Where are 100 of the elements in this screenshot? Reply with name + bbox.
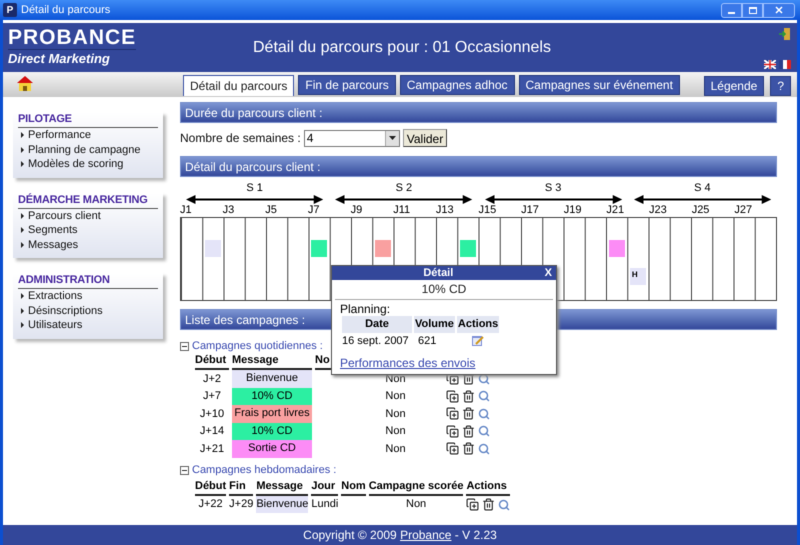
campaign-marker[interactable]: [204, 240, 221, 257]
duplicate-icon[interactable]: [466, 498, 480, 511]
day-label: J19: [564, 204, 582, 217]
popup-title: Détail: [422, 266, 454, 281]
column-header: Campagne scorée: [368, 478, 464, 496]
duplicate-icon[interactable]: [446, 442, 459, 456]
column-header: Date: [342, 316, 412, 332]
scored-cell-text: Non: [405, 497, 428, 512]
column-header: Jour: [311, 478, 338, 496]
sidebar-link[interactable]: Désinscriptions: [28, 304, 103, 318]
uk-flag-icon[interactable]: [764, 60, 776, 69]
exit-door-icon[interactable]: [779, 28, 791, 40]
start-cell-text: J+7: [202, 389, 222, 404]
tagline: Direct Marketing: [8, 50, 111, 68]
column-header: Début: [195, 478, 226, 496]
trash-icon[interactable]: [462, 390, 475, 403]
trash-icon[interactable]: [462, 442, 475, 456]
home-icon[interactable]: [17, 76, 33, 91]
day-cell-text: Lundi: [311, 497, 338, 512]
scored-cell-text: Non: [384, 372, 407, 386]
trash-icon[interactable]: [462, 424, 475, 438]
bullet-icon: [21, 146, 24, 153]
message-cell: 10% CD: [232, 422, 312, 440]
app-icon: P: [3, 3, 17, 17]
sidebar-link[interactable]: Performance: [28, 128, 91, 142]
start-cell-text: J+10: [198, 406, 226, 422]
search-icon[interactable]: [478, 372, 490, 385]
date-cell-text: 16 sept. 2007: [342, 334, 410, 350]
day-label: J25: [692, 204, 710, 217]
group-title[interactable]: Campagnes hebdomadaires :: [192, 462, 336, 479]
probance-link[interactable]: Probance: [400, 528, 452, 542]
nav-tab[interactable]: Campagnes adhoc: [400, 75, 514, 95]
dropdown-arrow-icon: [388, 136, 396, 140]
french-flag-icon[interactable]: [779, 60, 791, 69]
bullet-icon: [21, 322, 24, 328]
duplicate-icon[interactable]: [446, 424, 459, 438]
weeks-select[interactable]: 4: [304, 130, 400, 146]
column-header: Début: [195, 353, 229, 370]
section-header: Détail du parcours client :: [180, 156, 777, 177]
campaign-marker[interactable]: [311, 240, 328, 257]
start-cell-text: J+21: [198, 442, 226, 456]
column-header: Actions: [456, 316, 500, 332]
column-header: Volume: [414, 316, 455, 332]
week-label: S 1: [246, 182, 263, 195]
column-header: Actions: [466, 478, 510, 496]
bullet-icon: [21, 212, 24, 219]
day-label: J3: [222, 204, 234, 217]
sidebar-link[interactable]: Utilisateurs: [28, 318, 82, 332]
column-header: Nom: [341, 478, 366, 496]
validate-button[interactable]: Valider: [402, 129, 448, 147]
week-label: S 4: [694, 182, 711, 195]
duplicate-icon[interactable]: [446, 407, 459, 420]
scored-cell-text: Non: [384, 406, 407, 422]
sidebar-title: PILOTAGE: [18, 112, 158, 128]
campaign-marker[interactable]: [608, 240, 625, 257]
copyright-text: Copyright © 2009 Probance - V 2.23: [303, 527, 497, 544]
bullet-icon: [21, 242, 24, 248]
day-label: J5: [265, 204, 277, 217]
day-label: J11: [393, 204, 410, 217]
scored-cell-text: Non: [384, 424, 407, 439]
scored-cell-text: Non: [384, 389, 407, 404]
end-cell-text: J+29: [229, 497, 254, 512]
window-title: Détail du parcours: [21, 2, 112, 18]
nav-tab[interactable]: Détail du parcours: [183, 75, 294, 96]
sidebar-link[interactable]: Parcours client: [28, 208, 101, 223]
day-label: J9: [350, 204, 362, 217]
legend-button[interactable]: Légende: [704, 76, 764, 96]
week-label: S 3: [544, 182, 562, 195]
maximize-button[interactable]: [742, 2, 763, 18]
start-cell-text: J+22: [198, 497, 224, 512]
group-title[interactable]: Campagnes quotidiennes :: [192, 338, 323, 354]
sidebar-link[interactable]: Planning de campagne: [28, 142, 141, 157]
help-button[interactable]: ?: [770, 76, 791, 96]
day-label: J13: [436, 204, 454, 217]
nav-tab[interactable]: Fin de parcours: [298, 75, 396, 95]
campaign-marker[interactable]: H: [630, 268, 646, 285]
section-header: Durée du parcours client :: [180, 102, 777, 123]
campaign-marker[interactable]: [374, 240, 391, 257]
close-button[interactable]: [763, 2, 795, 18]
sidebar-link[interactable]: Segments: [28, 223, 78, 238]
duplicate-icon[interactable]: [446, 390, 459, 403]
sidebar-link[interactable]: Extractions: [28, 289, 82, 304]
edit-icon[interactable]: [472, 334, 484, 346]
message-cell: Bienvenue: [256, 496, 308, 513]
sidebar-link[interactable]: Modèles de scoring: [28, 157, 124, 172]
minimize-button[interactable]: [721, 2, 742, 18]
collapse-icon[interactable]: [180, 466, 189, 475]
close-button[interactable]: X: [544, 264, 556, 282]
trash-icon[interactable]: [462, 407, 475, 420]
campaign-marker[interactable]: [460, 240, 476, 257]
collapse-icon[interactable]: [180, 342, 189, 350]
day-label: J1: [180, 204, 192, 217]
nav-tab[interactable]: Campagnes sur événement: [518, 75, 680, 95]
message-cell: Frais port livres: [232, 405, 312, 422]
bullet-icon: [21, 293, 24, 300]
day-label: J7: [308, 204, 320, 217]
trash-icon[interactable]: [482, 498, 496, 511]
volume-cell-text: 621: [417, 334, 438, 350]
sidebar-link[interactable]: Messages: [28, 238, 78, 252]
start-cell-text: J+14: [198, 424, 226, 439]
